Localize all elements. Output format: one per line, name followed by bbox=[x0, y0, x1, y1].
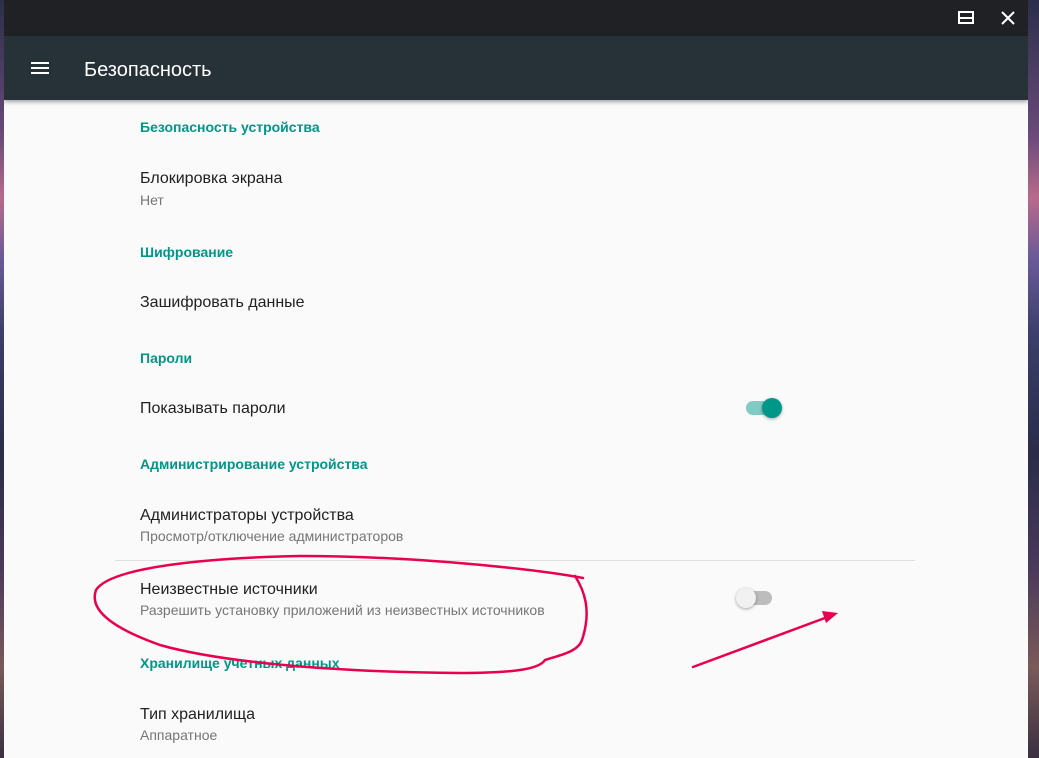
screen-lock-title: Блокировка экрана bbox=[140, 170, 283, 187]
encrypt-data-preference[interactable]: Зашифровать данные bbox=[115, 278, 915, 328]
storage-type-preference[interactable]: Тип хранилища Аппаратное bbox=[115, 690, 915, 758]
settings-list: Безопасность устройства Блокировка экран… bbox=[4, 100, 1028, 758]
unknown-sources-preference[interactable]: Неизвестные источники Разрешить установк… bbox=[115, 565, 915, 635]
page-title: Безопасность bbox=[84, 59, 212, 81]
unknown-sources-summary: Разрешить установку приложений из неизве… bbox=[140, 602, 545, 618]
settings-window: Безопасность Безопасность устройства Бло… bbox=[4, 0, 1028, 758]
screen-lock-preference[interactable]: Блокировка экрана Нет bbox=[115, 154, 915, 224]
screen-lock-summary: Нет bbox=[140, 192, 164, 208]
hamburger-menu-icon[interactable] bbox=[28, 56, 52, 80]
storage-type-title: Тип хранилища bbox=[140, 706, 256, 723]
window-title-bar bbox=[4, 0, 1028, 36]
switch-thumb bbox=[762, 398, 782, 418]
close-icon[interactable] bbox=[996, 6, 1020, 30]
section-header-encryption: Шифрование bbox=[140, 244, 234, 260]
unknown-sources-switch[interactable] bbox=[736, 586, 774, 610]
device-administrators-summary: Просмотр/отключение администраторов bbox=[140, 528, 404, 544]
switch-thumb bbox=[736, 588, 756, 608]
encrypt-data-title: Зашифровать данные bbox=[140, 294, 305, 311]
unknown-sources-title: Неизвестные источники bbox=[140, 581, 318, 598]
show-passwords-switch[interactable] bbox=[746, 396, 782, 420]
storage-type-summary: Аппаратное bbox=[140, 727, 218, 743]
device-administrators-preference[interactable]: Администраторы устройства Просмотр/отклю… bbox=[115, 491, 915, 559]
divider bbox=[115, 560, 915, 561]
section-header-device-security: Безопасность устройства bbox=[140, 119, 320, 135]
app-bar: Безопасность bbox=[4, 36, 1028, 100]
show-passwords-title: Показывать пароли bbox=[140, 400, 286, 417]
section-header-device-administration: Администрирование устройства bbox=[140, 456, 368, 472]
section-header-passwords: Пароли bbox=[140, 350, 193, 366]
maximize-icon[interactable] bbox=[954, 6, 978, 30]
device-administrators-title: Администраторы устройства bbox=[140, 507, 354, 524]
section-header-credential-storage: Хранилище учетных данных bbox=[140, 655, 340, 671]
show-passwords-preference[interactable]: Показывать пароли bbox=[115, 384, 915, 434]
